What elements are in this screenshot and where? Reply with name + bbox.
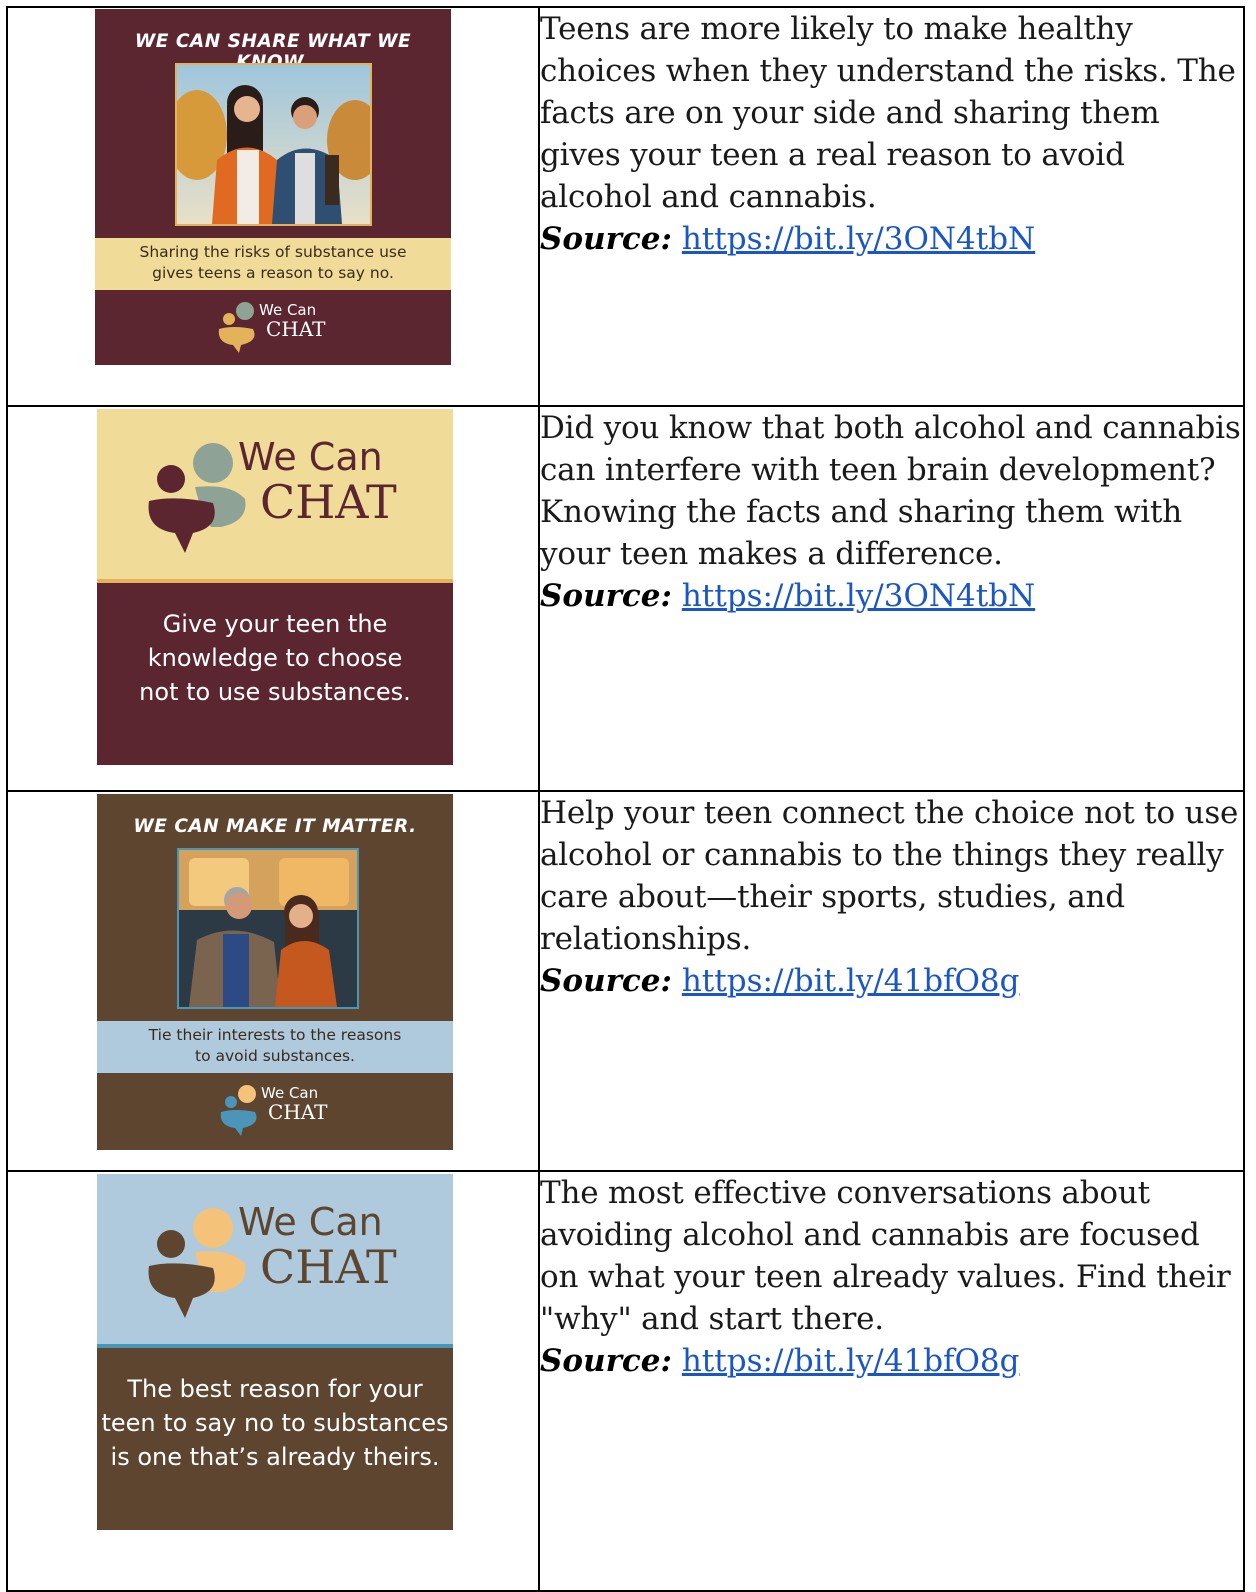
logo-chat: CHAT	[260, 1240, 397, 1294]
teens-photo	[175, 63, 372, 226]
wecanchat-logo: We Can CHAT	[95, 297, 451, 357]
social-card-knowledge: We Can CHAT Give your teen the knowledge…	[97, 409, 453, 765]
wecanchat-logo: We Can CHAT	[97, 1080, 453, 1140]
message-line: The best reason for your	[127, 1375, 423, 1403]
text-cell: Teens are more likely to make healthy ch…	[538, 6, 1245, 407]
source-line: Source: https://bit.ly/41bfO8g	[540, 1340, 1243, 1382]
message-line: teen to say no to substances	[101, 1409, 449, 1437]
parent-teen-illustration	[179, 850, 357, 1007]
social-card-matter: WE CAN MAKE IT MATTER. Tie their interes…	[97, 794, 453, 1150]
image-cell: WE CAN SHARE WHAT WE KNOW. Sharing the r…	[6, 6, 540, 407]
social-card-reason: We Can CHAT The best reason for your tee…	[97, 1174, 453, 1530]
table-row: WE CAN MAKE IT MATTER. Tie their interes…	[6, 790, 1245, 1172]
table-row: WE CAN SHARE WHAT WE KNOW. Sharing the r…	[6, 6, 1245, 407]
wecanchat-logo-large: We Can CHAT	[97, 1174, 453, 1348]
post-text: Teens are more likely to make healthy ch…	[540, 11, 1236, 215]
source-link[interactable]: https://bit.ly/41bfO8g	[682, 963, 1020, 999]
source-line: Source: https://bit.ly/3ON4tbN	[540, 575, 1243, 617]
message-line: Give your teen the	[162, 610, 388, 638]
parent-teen-photo	[177, 848, 359, 1009]
message-line: knowledge to choose	[147, 644, 403, 672]
post-text: Did you know that both alcohol and canna…	[540, 410, 1241, 572]
social-card-share: WE CAN SHARE WHAT WE KNOW. Sharing the r…	[95, 9, 451, 365]
chat-logo-icon	[148, 443, 246, 553]
card-message: The best reason for your teen to say no …	[97, 1372, 453, 1474]
logo-chat: CHAT	[268, 1100, 328, 1124]
logo-chat: CHAT	[260, 475, 397, 529]
chat-logo-icon	[148, 1208, 246, 1318]
source-link[interactable]: https://bit.ly/3ON4tbN	[682, 578, 1035, 614]
text-cell: The most effective conversations about a…	[538, 1170, 1245, 1592]
teens-illustration	[177, 65, 370, 224]
source-label: Source:	[540, 963, 672, 999]
logo-we-can: We Can	[238, 435, 383, 479]
post-text: The most effective conversations about a…	[540, 1175, 1231, 1337]
posts-table: WE CAN SHARE WHAT WE KNOW. Sharing the r…	[6, 6, 1245, 1592]
caption-line: to avoid substances.	[195, 1047, 355, 1065]
image-cell: WE CAN MAKE IT MATTER. Tie their interes…	[6, 790, 540, 1172]
table-row: We Can CHAT Give your teen the knowledge…	[6, 405, 1245, 792]
text-cell: Did you know that both alcohol and canna…	[538, 405, 1245, 792]
source-label: Source:	[540, 578, 672, 614]
card-caption-band: Tie their interests to the reasons to av…	[97, 1021, 453, 1073]
source-label: Source:	[540, 221, 672, 257]
image-cell: We Can CHAT Give your teen the knowledge…	[6, 405, 540, 792]
message-line: not to use substances.	[139, 678, 411, 706]
card-caption-band: Sharing the risks of substance use gives…	[95, 238, 451, 290]
source-label: Source:	[540, 1343, 672, 1379]
text-cell: Help your teen connect the choice not to…	[538, 790, 1245, 1172]
logo-chat: CHAT	[266, 317, 326, 341]
caption-line: gives teens a reason to say no.	[152, 264, 394, 282]
card-tagline: WE CAN MAKE IT MATTER.	[133, 816, 417, 837]
message-line: is one that’s already theirs.	[110, 1443, 440, 1471]
image-cell: We Can CHAT The best reason for your tee…	[6, 1170, 540, 1592]
caption-line: Tie their interests to the reasons	[148, 1026, 402, 1044]
wecanchat-logo-large: We Can CHAT	[97, 409, 453, 583]
source-line: Source: https://bit.ly/41bfO8g	[540, 960, 1243, 1002]
card-message: Give your teen the knowledge to choose n…	[97, 607, 453, 709]
table-row: We Can CHAT The best reason for your tee…	[6, 1170, 1245, 1592]
source-link[interactable]: https://bit.ly/41bfO8g	[682, 1343, 1020, 1379]
post-text: Help your teen connect the choice not to…	[540, 795, 1239, 957]
source-link[interactable]: https://bit.ly/3ON4tbN	[682, 221, 1035, 257]
logo-we-can: We Can	[238, 1200, 383, 1244]
source-line: Source: https://bit.ly/3ON4tbN	[540, 218, 1243, 260]
caption-line: Sharing the risks of substance use	[139, 243, 407, 261]
